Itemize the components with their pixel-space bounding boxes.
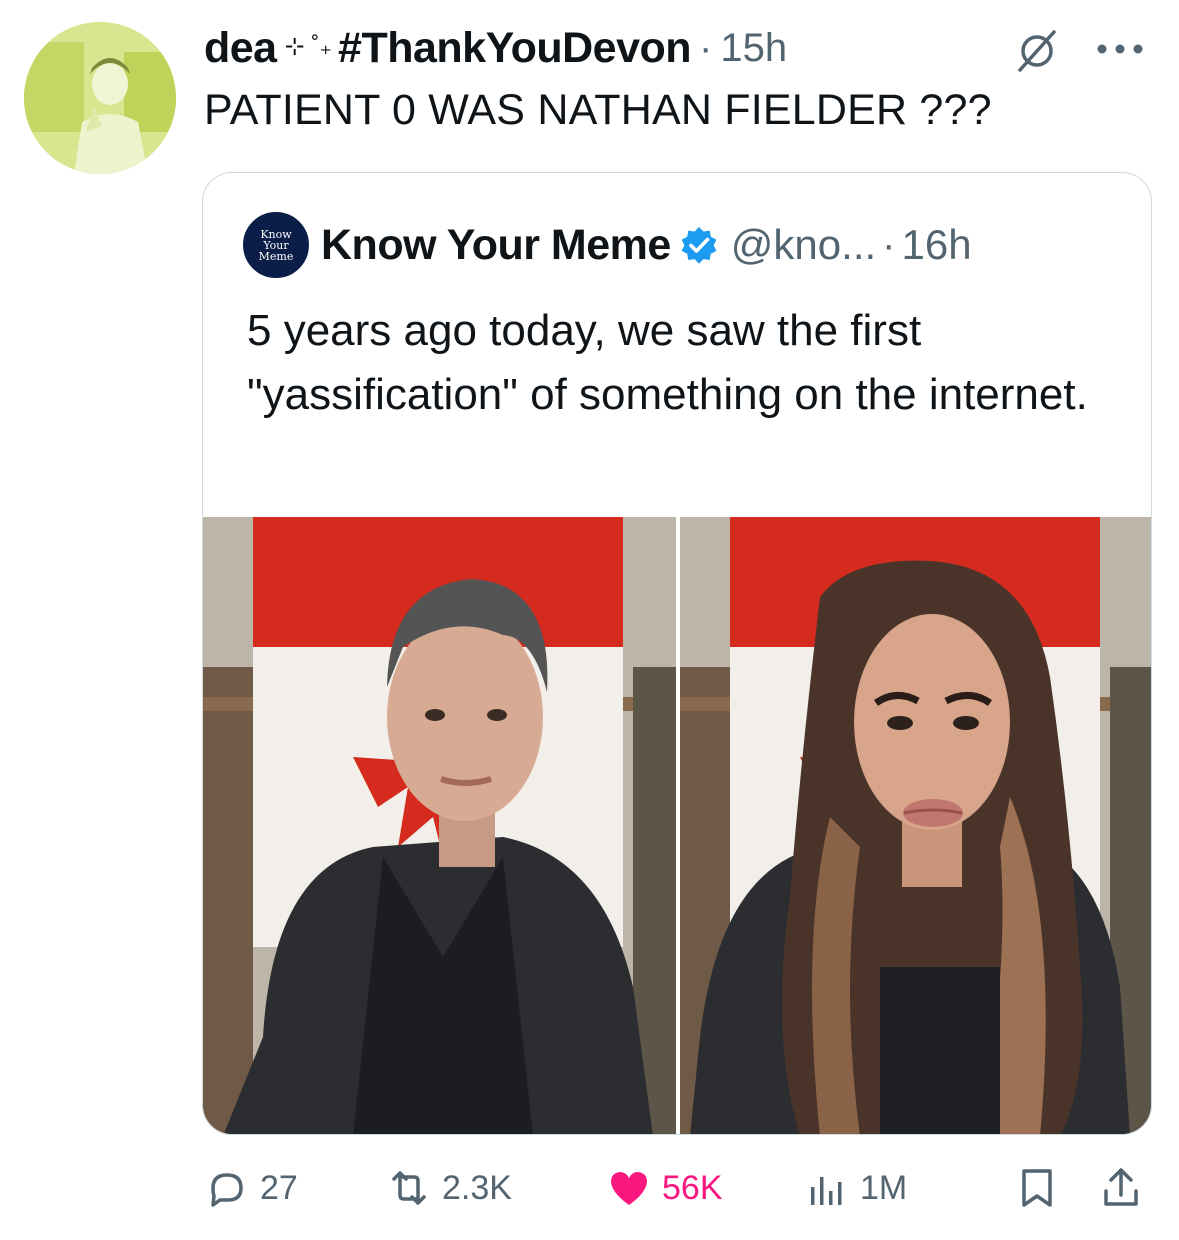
share-icon (1104, 1168, 1138, 1206)
reply-icon (211, 1173, 243, 1207)
avatar-logo-line: Meme (258, 249, 294, 263)
photo-original[interactable] (203, 517, 676, 1134)
author-name-hashtag[interactable]: #ThankYouDevon (338, 24, 691, 73)
header-separator: · (699, 25, 713, 70)
bookmark-icon (1022, 1169, 1052, 1207)
quoted-author-name[interactable]: Know Your Meme (321, 221, 671, 270)
bookmark-button[interactable] (1014, 1160, 1060, 1216)
reply-count: 27 (260, 1168, 298, 1207)
quoted-header-separator: · (882, 222, 896, 267)
more-options-icon[interactable] (1092, 26, 1148, 72)
like-count: 56K (662, 1168, 723, 1207)
repost-count: 2.3K (442, 1168, 512, 1207)
quoted-author-avatar[interactable]: Know Your Meme (243, 212, 309, 278)
avatar-logo-line: Your (263, 238, 289, 252)
tweet-timestamp[interactable]: 15h (720, 26, 787, 71)
author-avatar[interactable] (24, 22, 176, 174)
verified-badge-icon (681, 227, 717, 264)
reply-button[interactable]: 27 (204, 1160, 298, 1216)
quoted-tweet-text: 5 years ago today, we saw the first "yas… (247, 306, 1088, 419)
share-button[interactable] (1098, 1160, 1144, 1216)
photo-yassified[interactable] (680, 517, 1151, 1134)
heart-icon (611, 1172, 647, 1205)
quoted-tweet-timestamp[interactable]: 16h (901, 221, 971, 269)
quoted-author-handle[interactable]: @kno... (731, 221, 876, 269)
author-display-name[interactable]: dea (204, 24, 277, 73)
repost-icon (392, 1171, 426, 1205)
views-count: 1M (860, 1168, 908, 1207)
tweet-text: PATIENT 0 WAS NATHAN FIELDER ??? (204, 86, 992, 134)
views-button[interactable]: 1M (804, 1160, 907, 1216)
views-chart-icon (811, 1177, 842, 1205)
action-bar: 27 2.3K 56K 1M (0, 1160, 1179, 1216)
quoted-tweet-header: Know Your Meme Know Your Meme @kno... · … (243, 212, 972, 278)
quoted-media[interactable] (203, 517, 1151, 1134)
tweet-header: dea ⊹ ˚₊ #ThankYouDevon · 15h (204, 20, 787, 76)
grok-icon[interactable] (1014, 28, 1060, 74)
avatar-logo-line: Know (260, 227, 292, 241)
like-button[interactable]: 56K (606, 1160, 723, 1216)
repost-button[interactable]: 2.3K (386, 1160, 512, 1216)
name-decoration: ⊹ ˚₊ (284, 32, 333, 60)
quoted-tweet[interactable]: Know Your Meme Know Your Meme @kno... · … (202, 172, 1152, 1135)
